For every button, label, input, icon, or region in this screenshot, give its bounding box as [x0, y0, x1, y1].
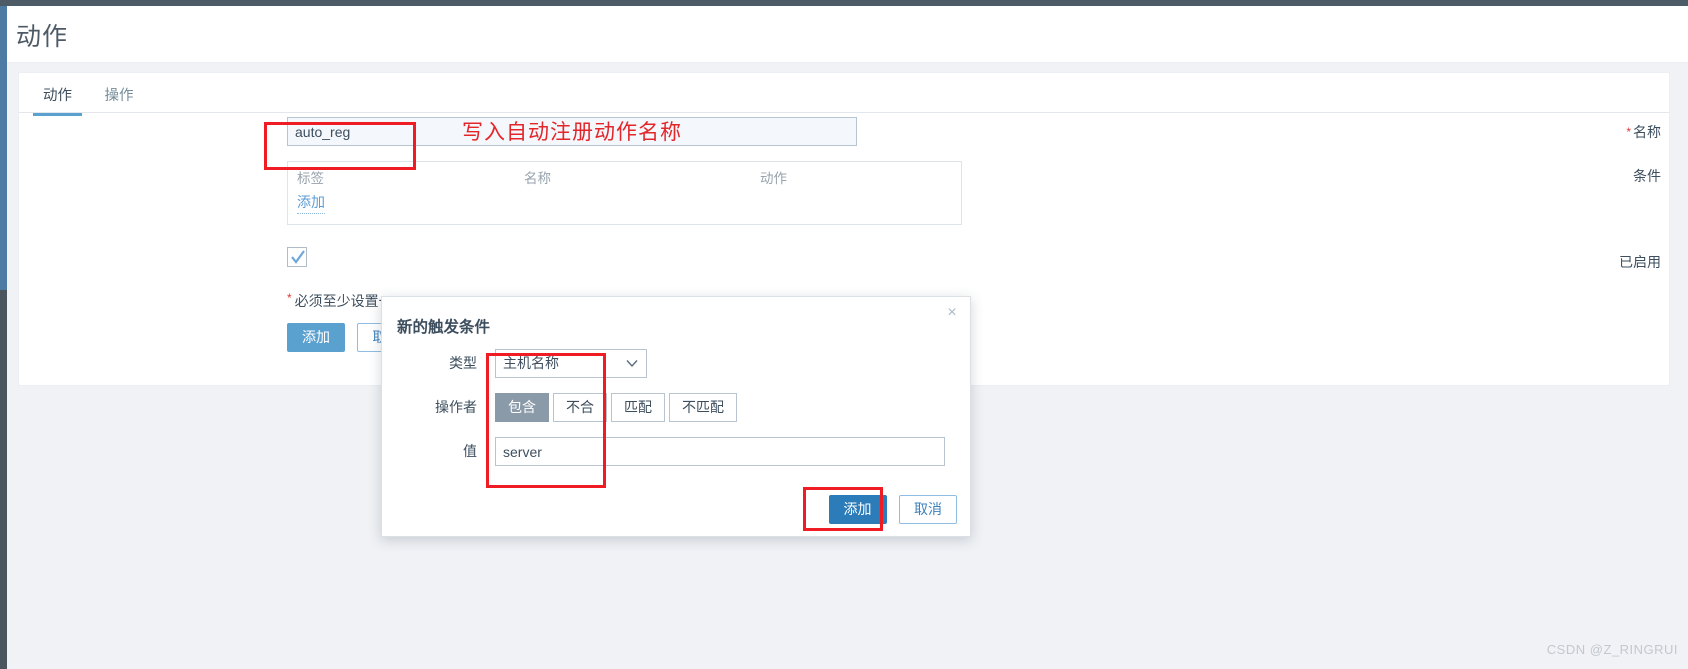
column-header-tag: 标签 [297, 171, 324, 186]
operator-segmented-control: 包含 不合 匹配 不匹配 [495, 393, 741, 422]
watermark: CSDN @Z_RINGRUI [1546, 642, 1678, 657]
conditions-table: 标签 名称 动作 添加 [287, 161, 962, 225]
tab-action[interactable]: 动作 [29, 73, 86, 116]
label-name-text: 名称 [1633, 124, 1661, 140]
form-submit-button[interactable]: 添加 [287, 323, 345, 352]
dialog-row-value: 值 [382, 437, 970, 481]
add-condition-link[interactable]: 添加 [297, 192, 325, 214]
enabled-checkbox[interactable] [287, 247, 307, 267]
tab-operation[interactable]: 操作 [90, 73, 147, 115]
type-select[interactable]: 主机名称 [495, 349, 647, 378]
label-name: * 名称 [1429, 117, 1669, 147]
label-type: 类型 [449, 355, 477, 371]
page-title: 动作 [16, 23, 69, 51]
operator-option-not-matches[interactable]: 不匹配 [669, 393, 737, 422]
required-asterisk-name: * [1626, 125, 1631, 139]
conditions-table-header: 标签 名称 动作 [288, 162, 961, 190]
new-condition-dialog: 新的触发条件 × 类型 主机名称 操作者 包含 不合 匹配 不匹配 值 serv… [381, 296, 971, 537]
dialog-titlebar: 新的触发条件 × [382, 297, 970, 349]
chevron-down-icon [626, 360, 638, 368]
close-icon[interactable]: × [943, 305, 961, 323]
label-value: 值 [463, 443, 477, 459]
dialog-row-operator: 操作者 包含 不合 匹配 不匹配 [382, 393, 970, 437]
operator-option-not-contains[interactable]: 不合 [553, 393, 607, 422]
required-hint-text: 必须至少设置一 [294, 293, 393, 309]
value-input[interactable] [495, 437, 945, 466]
left-nav-rail-lower[interactable] [0, 290, 7, 669]
page-header: 动作 [7, 6, 1688, 63]
label-enabled: 已启用 [1619, 254, 1661, 270]
screen-root: 动作 动作 操作 *名称 写入自动注册动作名称 条件 标签 [0, 0, 1688, 669]
type-select-value: 主机名称 [503, 355, 559, 371]
dialog-row-type: 类型 主机名称 [382, 349, 970, 393]
dialog-submit-button[interactable]: 添加 [828, 495, 887, 524]
required-hint: * 必须至少设置一 [287, 291, 393, 311]
form-row-conditions: 条件 标签 名称 动作 添加 [19, 161, 1669, 247]
dialog-cancel-button[interactable]: 取消 [899, 495, 957, 524]
column-header-action: 动作 [760, 171, 787, 186]
dialog-title: 新的触发条件 [397, 319, 491, 336]
check-icon [291, 250, 305, 264]
form-row-name: *名称 写入自动注册动作名称 [19, 117, 1669, 161]
form-row-enabled: 已启用 [19, 247, 1669, 291]
label-operator: 操作者 [435, 399, 477, 415]
column-header-name: 名称 [524, 171, 551, 186]
annotation-name-text: 写入自动注册动作名称 [462, 120, 682, 144]
required-asterisk-hint: * [287, 291, 292, 305]
label-conditions: 条件 [1633, 168, 1661, 184]
tab-bar: 动作 操作 [19, 73, 1669, 116]
operator-option-contains[interactable]: 包含 [495, 393, 549, 422]
left-nav-rail-upper[interactable] [0, 6, 7, 290]
dialog-button-group: 添加 取消 [821, 495, 957, 524]
operator-option-matches[interactable]: 匹配 [611, 393, 665, 422]
